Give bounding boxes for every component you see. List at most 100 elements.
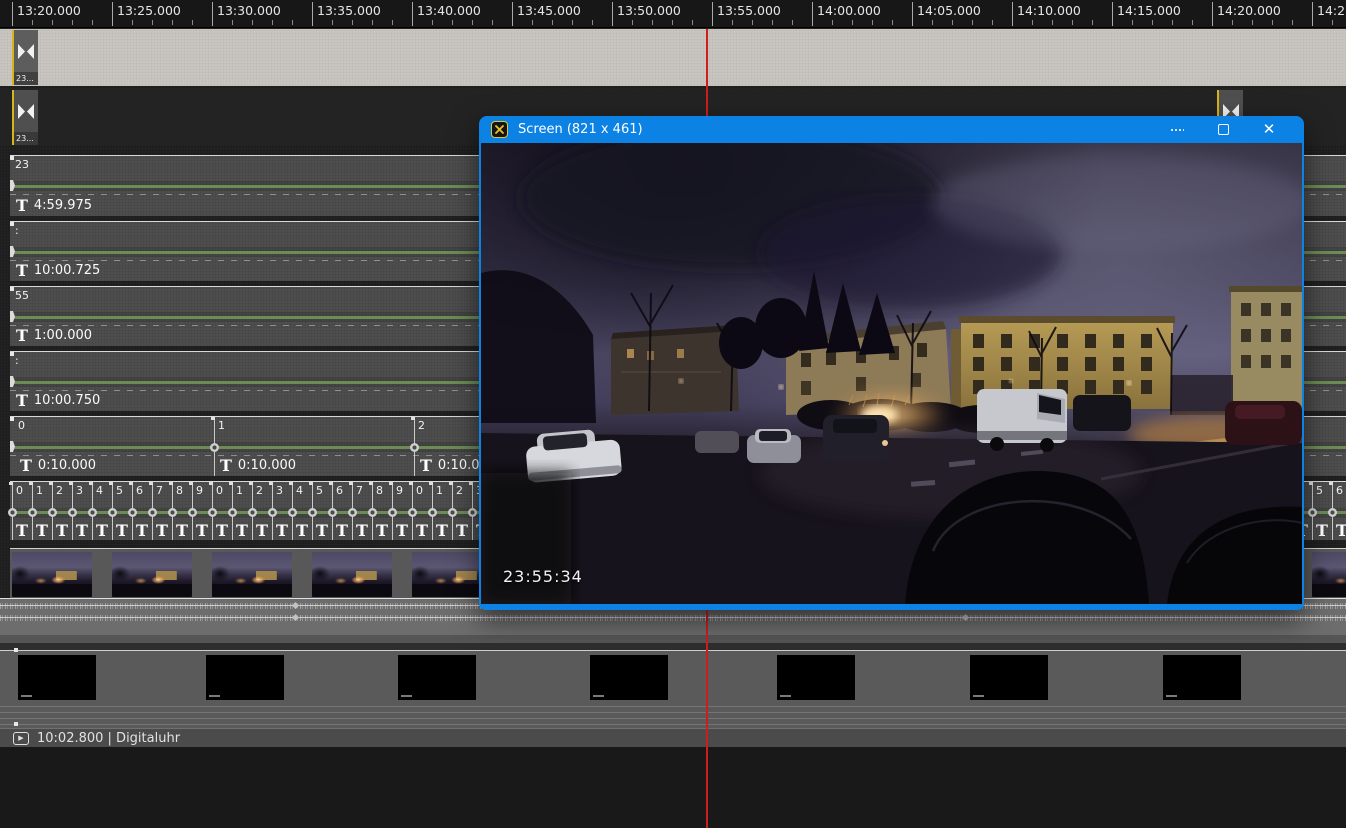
transition-clip-label: 23...: [14, 72, 38, 85]
digit-label: 2: [56, 484, 63, 497]
preview-timestamp: 23:55:34: [503, 567, 583, 586]
digit-divider-knob[interactable]: [328, 508, 337, 517]
ruler-minor-tick: [972, 20, 973, 25]
segment-divider-knob[interactable]: [210, 443, 219, 452]
digit-divider-knob[interactable]: [228, 508, 237, 517]
track-transition-a[interactable]: 23...: [0, 29, 1346, 86]
clip-handle[interactable]: [10, 156, 14, 160]
digit-divider-knob[interactable]: [268, 508, 277, 517]
digit-divider-knob[interactable]: [48, 508, 57, 517]
media-clip-track[interactable]: ▶ 10:02.800 | Digitaluhr: [0, 650, 1346, 747]
digit-divider-ticks: [249, 482, 253, 485]
ruler-minor-tick: [1152, 20, 1153, 25]
ruler-time-label: 13:45.000: [517, 3, 581, 18]
text-clip-icon: T: [436, 524, 448, 538]
digit-divider-knob[interactable]: [108, 508, 117, 517]
digit-divider-knob[interactable]: [408, 508, 417, 517]
text-clip-icon: T: [416, 524, 428, 538]
digit-divider-knob[interactable]: [128, 508, 137, 517]
digit-divider-knob[interactable]: [468, 508, 477, 517]
close-button[interactable]: ✕: [1246, 116, 1292, 143]
ruler-minor-tick: [292, 20, 293, 25]
digit-divider-knob[interactable]: [1308, 508, 1317, 517]
digit-divider-knob[interactable]: [388, 508, 397, 517]
ruler-minor-tick: [432, 20, 433, 25]
clip-handle[interactable]: [14, 722, 18, 726]
ruler-minor-tick: [1232, 20, 1233, 25]
ruler-minor-tick: [1072, 20, 1073, 25]
video-thumbnail[interactable]: [312, 552, 392, 597]
digit-divider-knob[interactable]: [348, 508, 357, 517]
digit-label: 7: [356, 484, 363, 497]
black-video-frame[interactable]: [398, 655, 476, 700]
frame-timestamp-smudge: [780, 695, 791, 697]
digit-divider-ticks: [409, 482, 413, 485]
digit-divider-knob[interactable]: [28, 508, 37, 517]
digit-label: 3: [76, 484, 83, 497]
digit-divider-knob[interactable]: [168, 508, 177, 517]
digit-divider-knob[interactable]: [188, 508, 197, 517]
black-video-frame[interactable]: [590, 655, 668, 700]
text-clip-icon: T: [376, 524, 388, 538]
black-video-frame[interactable]: [18, 655, 96, 700]
digit-divider-knob[interactable]: [88, 508, 97, 517]
video-thumbnail[interactable]: [212, 552, 292, 597]
text-clip-icon: T: [16, 394, 28, 408]
ruler-minor-tick: [1172, 20, 1173, 25]
ruler-minor-tick: [1332, 20, 1333, 25]
transition-clip[interactable]: 23...: [12, 30, 38, 85]
ruler-minor-tick: [372, 20, 373, 25]
ruler-major-tick: [12, 2, 13, 26]
digit-divider-knob[interactable]: [368, 508, 377, 517]
segment-duration: 0:10.000: [38, 459, 96, 473]
digit-divider-knob[interactable]: [148, 508, 157, 517]
digit-divider-knob[interactable]: [308, 508, 317, 517]
digit-divider-knob[interactable]: [1328, 508, 1337, 517]
digit-divider-knob[interactable]: [68, 508, 77, 517]
transition-clip[interactable]: 23...: [12, 90, 38, 145]
frame-timestamp-smudge: [401, 695, 412, 697]
timeline-ruler[interactable]: 13:20.00013:25.00013:30.00013:35.00013:4…: [0, 0, 1346, 28]
frame-timestamp-smudge: [21, 695, 32, 697]
digit-divider-knob[interactable]: [288, 508, 297, 517]
digit-cell[interactable]: 6T: [1332, 482, 1346, 540]
ruler-minor-tick: [1092, 20, 1093, 25]
digit-label: 0: [16, 484, 23, 497]
digit-divider-knob[interactable]: [448, 508, 457, 517]
black-video-frame[interactable]: [1163, 655, 1241, 700]
video-thumbnail[interactable]: [1312, 552, 1346, 597]
clip-handle[interactable]: [10, 287, 14, 291]
clip-handle[interactable]: [10, 222, 14, 226]
clip-label: 23: [15, 158, 29, 171]
ruler-time-label: 13:35.000: [317, 3, 381, 18]
ruler-minor-tick: [232, 20, 233, 25]
digit-divider-ticks: [149, 482, 153, 485]
clip-handle[interactable]: [10, 352, 14, 356]
timeline-segment[interactable]: 0T0:10.000: [14, 417, 214, 476]
timeline-segment[interactable]: 1T0:10.000: [214, 417, 414, 476]
digit-divider-knob[interactable]: [8, 508, 17, 517]
digit-divider-ticks: [309, 482, 313, 485]
minimize-button[interactable]: [1154, 116, 1200, 143]
digit-divider-ticks: [89, 482, 93, 485]
digit-divider-knob[interactable]: [208, 508, 217, 517]
window-titlebar[interactable]: Screen (821 x 461) ✕: [481, 116, 1302, 143]
digit-label: 5: [116, 484, 123, 497]
black-video-frame[interactable]: [206, 655, 284, 700]
video-thumbnail[interactable]: [112, 552, 192, 597]
text-clip-icon: T: [176, 524, 188, 538]
text-clip-icon: T: [396, 524, 408, 538]
video-thumbnail[interactable]: [12, 552, 92, 597]
segment-divider-knob[interactable]: [410, 443, 419, 452]
ruler-minor-tick: [652, 20, 653, 25]
ruler-minor-tick: [152, 20, 153, 25]
text-clip-icon: T: [156, 524, 168, 538]
black-video-frame[interactable]: [777, 655, 855, 700]
ruler-minor-tick: [1272, 20, 1273, 25]
maximize-button[interactable]: [1200, 116, 1246, 143]
clip-handle[interactable]: [14, 648, 18, 652]
screen-preview-window[interactable]: Screen (821 x 461) ✕: [479, 116, 1304, 610]
digit-divider-knob[interactable]: [248, 508, 257, 517]
digit-divider-knob[interactable]: [428, 508, 437, 517]
black-video-frame[interactable]: [970, 655, 1048, 700]
